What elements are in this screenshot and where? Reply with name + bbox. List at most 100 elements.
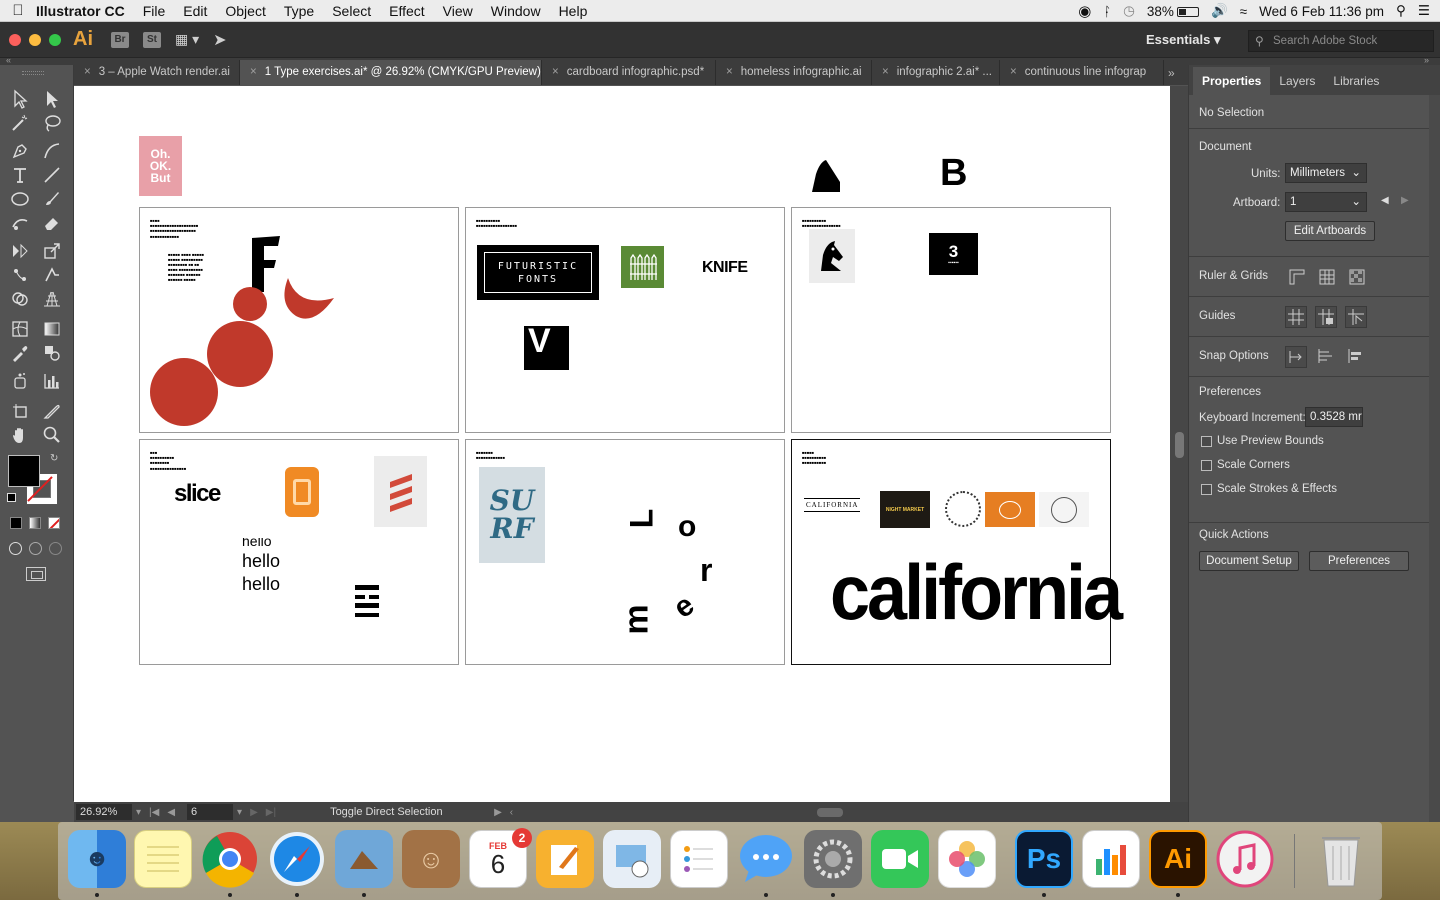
tab-infographic-2[interactable]: × infographic 2.ai* ... xyxy=(872,60,1000,85)
artboard-1[interactable]: ■■■■ ■■■■■■■■■■■■■■■■■■■■ ■■■■■■■■■■■■■■■■… xyxy=(139,207,459,433)
puppet-warp-tool-icon[interactable] xyxy=(8,263,32,287)
preferences-button[interactable]: Preferences xyxy=(1309,551,1409,571)
knife-logo[interactable]: KNIFE xyxy=(702,259,748,277)
red-stripes-logo[interactable] xyxy=(374,456,427,527)
magic-wand-tool-icon[interactable] xyxy=(8,111,32,135)
type-tool-icon[interactable] xyxy=(8,163,32,187)
swap-fill-stroke-icon[interactable]: ↻ xyxy=(50,453,58,464)
use-preview-bounds-checkbox[interactable] xyxy=(1201,436,1212,447)
zoom-tool-icon[interactable] xyxy=(40,423,64,447)
panel-scrollbar[interactable] xyxy=(1429,95,1440,822)
fill-color-swatch[interactable] xyxy=(8,455,40,487)
line-segment-tool-icon[interactable] xyxy=(40,163,64,187)
bridge-button[interactable]: Br xyxy=(111,31,129,48)
lock-guides-icon[interactable] xyxy=(1315,306,1337,328)
tab-cardboard-infographic[interactable]: × cardboard infographic.psd* xyxy=(542,60,716,85)
default-fill-stroke-icon[interactable] xyxy=(7,493,16,502)
tab-libraries[interactable]: Libraries xyxy=(1324,67,1388,95)
none-mode-button[interactable] xyxy=(48,517,60,529)
b-letter-shape[interactable]: B xyxy=(940,152,967,195)
snap-to-grid-icon[interactable] xyxy=(1315,346,1335,366)
numbers-icon[interactable] xyxy=(1082,830,1140,888)
ellipse-tool-icon[interactable] xyxy=(8,187,32,211)
edit-artboards-button[interactable]: Edit Artboards xyxy=(1285,221,1375,241)
rotate-tool-icon[interactable] xyxy=(8,239,32,263)
next-artboard-icon[interactable]: ▶ xyxy=(250,807,258,818)
color-mode-button[interactable] xyxy=(10,517,22,529)
draw-inside-icon[interactable] xyxy=(49,542,62,555)
tab-properties[interactable]: Properties xyxy=(1193,67,1271,95)
horizontal-scrollbar[interactable] xyxy=(517,806,1137,818)
spotlight-icon[interactable]: ⚲ xyxy=(1396,3,1406,19)
canvas[interactable]: Oh. OK. But B ■■■■ ■■■■■■■■■■■■■■■■■■■■ ■■… xyxy=(74,86,1170,802)
wifi-icon[interactable]: ≈ xyxy=(1240,4,1247,19)
vertical-scrollbar[interactable] xyxy=(1170,86,1188,802)
search-adobe-stock-input[interactable]: ⚲ Search Adobe Stock xyxy=(1248,30,1434,52)
messages-icon[interactable] xyxy=(737,830,795,888)
scale-corners-checkbox[interactable] xyxy=(1201,460,1212,471)
notification-center-icon[interactable]: ☰ xyxy=(1418,3,1430,19)
close-tab-icon[interactable]: × xyxy=(84,66,91,78)
scrollbar-thumb[interactable] xyxy=(1175,432,1184,458)
artboard-tool-icon[interactable] xyxy=(8,399,32,423)
menu-help[interactable]: Help xyxy=(559,3,588,19)
previous-artboard-arrow-icon[interactable]: ◀ xyxy=(1381,195,1389,206)
zoom-level-field[interactable]: 26.92% xyxy=(76,804,132,820)
system-preferences-icon[interactable] xyxy=(804,830,862,888)
surf-logo[interactable]: SU RF xyxy=(479,467,545,563)
close-tab-icon[interactable]: × xyxy=(882,66,889,78)
direct-selection-tool-icon[interactable] xyxy=(40,87,64,111)
battery-status[interactable]: 38% xyxy=(1147,4,1199,19)
draw-normal-icon[interactable] xyxy=(9,542,22,555)
symbol-sprayer-tool-icon[interactable] xyxy=(8,369,32,393)
safari-icon[interactable] xyxy=(268,830,326,888)
gpu-performance-icon[interactable]: ➤ xyxy=(213,30,226,50)
orange-h-logo[interactable] xyxy=(285,467,319,517)
curvature-tool-icon[interactable] xyxy=(40,139,64,163)
photo-app-icon[interactable] xyxy=(335,830,393,888)
contacts-icon[interactable]: ☺ xyxy=(402,830,460,888)
tab-homeless-infographic[interactable]: × homeless infographic.ai xyxy=(716,60,872,85)
eraser-tool-icon[interactable] xyxy=(40,211,64,235)
facetime-icon[interactable] xyxy=(871,830,929,888)
slice-logo[interactable]: slice xyxy=(174,480,221,508)
horse-head-shape[interactable] xyxy=(810,158,844,194)
horse-logo[interactable] xyxy=(809,229,855,283)
california-small-logo[interactable]: CALIFORNIA xyxy=(804,498,861,512)
units-select[interactable]: Millimeters ⌄ xyxy=(1285,163,1367,183)
workspace-switcher[interactable]: Essentials ▾ xyxy=(1146,32,1220,48)
tree-badge-logo[interactable] xyxy=(1039,492,1089,527)
round-badge-logo[interactable] xyxy=(945,491,981,527)
tab-continuous-line[interactable]: × continuous line infograp xyxy=(1000,60,1164,85)
artboard-select[interactable]: 1 ⌄ xyxy=(1285,192,1367,212)
snap-to-pixel-icon[interactable] xyxy=(1345,346,1365,366)
artboard-dropdown-icon[interactable]: ▾ xyxy=(237,807,242,818)
bluetooth-icon[interactable]: ᛛ xyxy=(1103,4,1111,19)
itunes-icon[interactable] xyxy=(1216,830,1274,888)
hand-tool-icon[interactable] xyxy=(8,423,32,447)
menu-view[interactable]: View xyxy=(443,3,473,19)
grid-icon[interactable] xyxy=(1317,267,1337,287)
photoshop-icon[interactable]: Ps xyxy=(1015,830,1073,888)
paintbrush-tool-icon[interactable] xyxy=(40,187,64,211)
scale-tool-icon[interactable] xyxy=(40,239,64,263)
menu-object[interactable]: Object xyxy=(225,3,265,19)
zoom-window-button[interactable] xyxy=(49,33,61,46)
shape-builder-tool-icon[interactable] xyxy=(8,287,32,311)
tab-type-exercises[interactable]: × 1 Type exercises.ai* @ 26.92% (CMYK/GPU… xyxy=(240,60,542,85)
lorem-scattered-type[interactable]: L o r e m xyxy=(616,480,756,660)
artboard-3[interactable]: ■■■■■■■■■■ ■■■■■■■■■■■■■■■■ 3 ▪▪▪▪▪▪ xyxy=(791,207,1111,433)
menu-select[interactable]: Select xyxy=(332,3,371,19)
zoom-dropdown-icon[interactable]: ▾ xyxy=(136,807,141,818)
toolbar-grip[interactable] xyxy=(22,71,44,75)
artboard-number-field[interactable]: 6 xyxy=(187,804,234,820)
lasso-tool-icon[interactable] xyxy=(40,111,64,135)
close-tab-icon[interactable]: × xyxy=(1010,66,1017,78)
apple-menu-icon[interactable]:  xyxy=(0,2,36,19)
orange-badge-logo[interactable] xyxy=(985,492,1035,527)
gradient-tool-icon[interactable] xyxy=(40,317,64,341)
transparency-grid-icon[interactable] xyxy=(1347,267,1367,287)
volume-icon[interactable]: 🔊 xyxy=(1211,3,1228,19)
menu-file[interactable]: File xyxy=(143,3,166,19)
close-tab-icon[interactable]: × xyxy=(726,66,733,78)
